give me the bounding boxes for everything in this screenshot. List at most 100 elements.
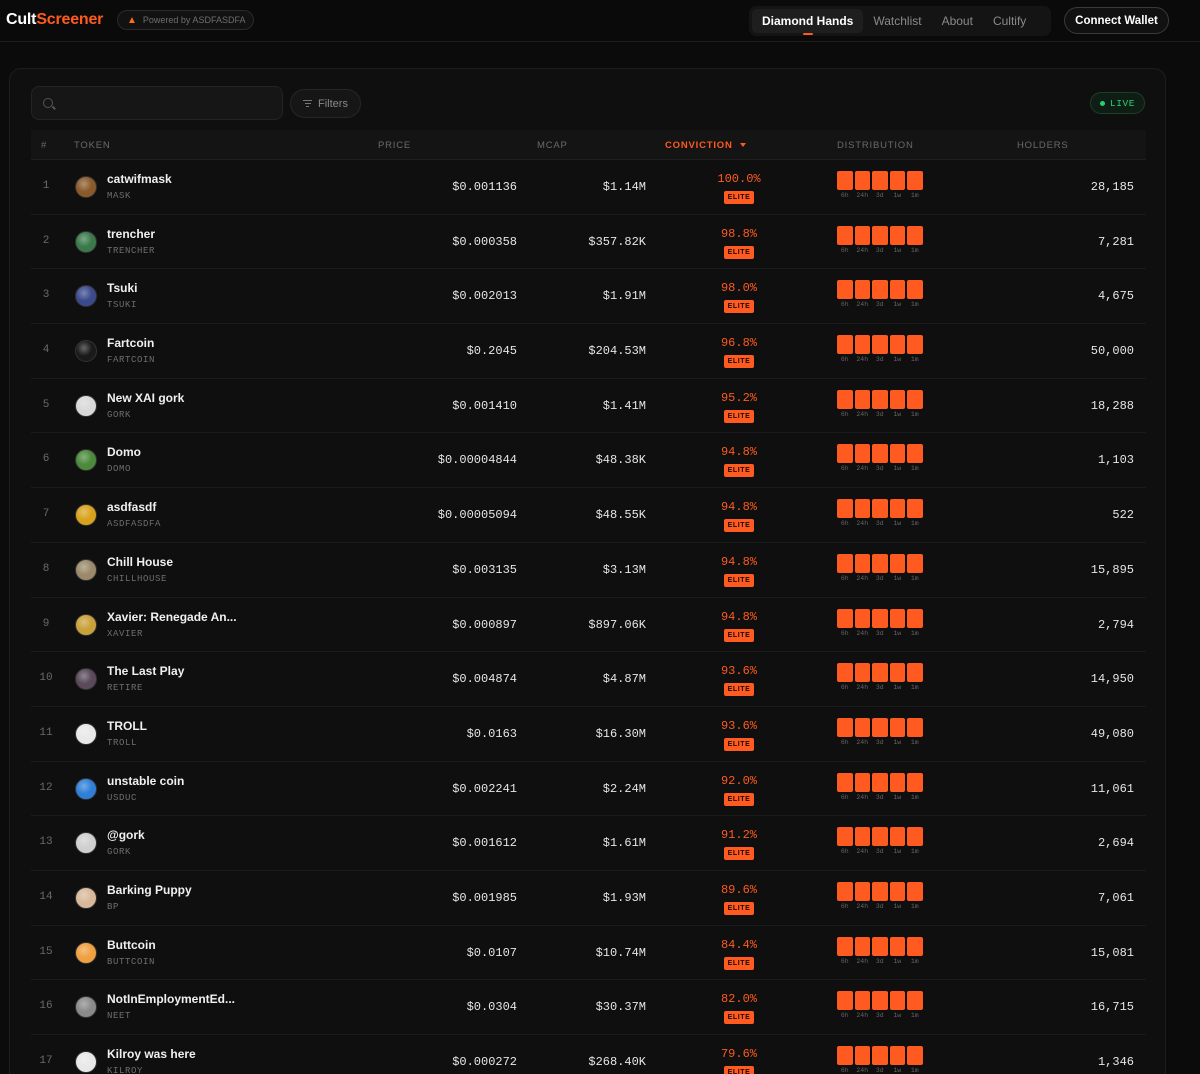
connect-wallet-button[interactable]: Connect Wallet — [1064, 7, 1169, 34]
table-row[interactable]: 3 Tsuki TSUKI $0.002013 $1.91M 98.0% ELI… — [31, 269, 1146, 325]
table-row[interactable]: 11 TROLL TROLL $0.0163 $16.30M 93.6% ELI… — [31, 707, 1146, 762]
token-name[interactable]: Barking Puppy — [107, 883, 192, 897]
conviction-cell: 91.2% ELITE — [714, 828, 764, 861]
col-header-price[interactable]: PRICE — [378, 140, 411, 151]
distribution-bars — [837, 389, 927, 409]
table-row[interactable]: 7 asdfasdf ASDFASDFA $0.00005094 $48.55K… — [31, 488, 1146, 543]
mcap-cell: $1.91M — [602, 289, 646, 304]
table-row[interactable]: 15 Buttcoin BUTTCOIN $0.0107 $10.74M 84.… — [31, 926, 1146, 981]
table-row[interactable]: 6 Domo DOMO $0.00004844 $48.38K 94.8% EL… — [31, 433, 1146, 489]
token-name[interactable]: asdfasdf — [107, 500, 156, 514]
distribution-period-label: 1w — [893, 848, 902, 856]
distribution-bar — [837, 608, 853, 628]
table-row[interactable]: 16 NotInEmploymentEd... NEET $0.0304 $30… — [31, 980, 1146, 1035]
distribution-period-label: 3d — [875, 793, 884, 801]
token-name[interactable]: Fartcoin — [107, 336, 154, 350]
token-name[interactable]: unstable coin — [107, 774, 184, 788]
conviction-cell: 94.8% ELITE — [714, 610, 764, 642]
tier-badge: ELITE — [723, 191, 755, 204]
table-row[interactable]: 9 Xavier: Renegade An... XAVIER $0.00089… — [31, 598, 1146, 653]
token-symbol: TROLL — [107, 737, 138, 748]
token-name[interactable]: NotInEmploymentEd... — [107, 992, 235, 1006]
col-header-distribution[interactable]: DISTRIBUTION — [837, 140, 914, 151]
tab-diamond-hands[interactable]: Diamond Hands — [752, 9, 864, 35]
distribution-period-label: 3d — [875, 957, 884, 965]
token-name[interactable]: Buttcoin — [107, 938, 156, 952]
distribution-labels: 6h 24h 3d 1w 1m — [837, 301, 927, 308]
app-logo[interactable]: CultScreener — [6, 11, 103, 29]
distribution-period-label: 1m — [910, 957, 919, 965]
distribution-period-label: 3d — [875, 684, 884, 692]
table-row[interactable]: 1 catwifmask MASK $0.001136 $1.14M 100.0… — [31, 160, 1146, 215]
token-name[interactable]: Xavier: Renegade An... — [107, 610, 237, 624]
table-row[interactable]: 14 Barking Puppy BP $0.001985 $1.93M 89.… — [31, 871, 1146, 926]
distribution-bar — [889, 389, 905, 409]
distribution-bar — [907, 171, 923, 190]
distribution-bar — [837, 499, 853, 519]
token-avatar — [75, 777, 97, 800]
distribution-period-label: 1w — [893, 410, 902, 418]
distribution-cell: 6h 24h 3d 1w 1m — [837, 608, 927, 637]
col-header-token[interactable]: TOKEN — [74, 140, 111, 151]
token-avatar — [75, 886, 97, 909]
distribution-bar — [837, 827, 853, 847]
token-symbol: GORK — [107, 409, 132, 420]
powered-by-badge[interactable]: ▲ Powered by ASDFASDFA — [117, 10, 254, 30]
distribution-period-label: 24h — [856, 465, 869, 473]
distribution-labels: 6h 24h 3d 1w 1m — [837, 520, 927, 527]
table-row[interactable]: 10 The Last Play RETIRE $0.004874 $4.87M… — [31, 652, 1146, 707]
price-cell: $0.002013 — [452, 289, 517, 304]
token-name[interactable]: TROLL — [107, 719, 147, 733]
distribution-bar — [854, 663, 870, 683]
mcap-cell: $1.93M — [602, 890, 646, 905]
token-avatar — [75, 340, 97, 363]
search-icon — [43, 98, 53, 108]
filters-button[interactable]: Filters — [290, 89, 361, 118]
search-input[interactable] — [60, 87, 275, 119]
token-name[interactable]: Domo — [107, 445, 141, 459]
tab-watchlist[interactable]: Watchlist — [863, 9, 931, 33]
distribution-period-label: 1m — [910, 1067, 919, 1074]
table-row[interactable]: 5 New XAI gork GORK $0.001410 $1.41M 95.… — [31, 379, 1146, 434]
table-row[interactable]: 2 trencher TRENCHER $0.000358 $357.82K 9… — [31, 215, 1146, 270]
distribution-bar — [907, 608, 923, 628]
tier-badge: ELITE — [723, 464, 755, 478]
distribution-bar — [854, 936, 870, 956]
col-header-mcap[interactable]: MCAP — [537, 140, 568, 151]
screener-panel: Filters LIVE # TOKEN PRICE MCAP CONVICTI… — [9, 68, 1166, 1074]
table-row[interactable]: 13 @gork GORK $0.001612 $1.61M 91.2% ELI… — [31, 816, 1146, 871]
tab-cultify[interactable]: Cultify — [983, 9, 1036, 33]
holders-cell: 2,794 — [1097, 617, 1134, 632]
token-name[interactable]: @gork — [107, 828, 145, 842]
token-name[interactable]: Chill House — [107, 555, 173, 569]
conviction-value: 95.2% — [720, 390, 757, 405]
tab-about[interactable]: About — [932, 9, 983, 33]
distribution-bar — [907, 389, 923, 409]
price-cell: $0.004874 — [452, 672, 517, 687]
table-row[interactable]: 12 unstable coin USDUC $0.002241 $2.24M … — [31, 762, 1146, 817]
table-row[interactable]: 17 Kilroy was here KILROY $0.000272 $268… — [31, 1035, 1146, 1074]
conviction-value: 94.8% — [720, 609, 757, 624]
distribution-bar — [872, 553, 888, 573]
col-header-rank[interactable]: # — [41, 140, 47, 151]
token-name[interactable]: Tsuki — [107, 281, 137, 295]
table-row[interactable]: 8 Chill House CHILLHOUSE $0.003135 $3.13… — [31, 543, 1146, 598]
logo-text-cult: Cult — [6, 11, 37, 28]
token-name[interactable]: New XAI gork — [107, 391, 184, 405]
distribution-cell: 6h 24h 3d 1w 1m — [837, 717, 927, 746]
mcap-cell: $48.38K — [595, 453, 646, 468]
col-header-holders[interactable]: HOLDERS — [1017, 140, 1069, 151]
token-avatar — [75, 230, 97, 253]
token-name[interactable]: The Last Play — [107, 664, 184, 678]
table-row[interactable]: 4 Fartcoin FARTCOIN $0.2045 $204.53M 96.… — [31, 324, 1146, 379]
token-name[interactable]: trencher — [107, 227, 155, 241]
price-cell: $0.00004844 — [437, 453, 517, 468]
token-avatar — [75, 722, 97, 745]
token-name[interactable]: Kilroy was here — [107, 1047, 196, 1061]
token-symbol: MASK — [107, 191, 132, 201]
distribution-period-label: 24h — [856, 1012, 869, 1020]
col-header-conviction[interactable]: CONVICTION — [665, 140, 746, 151]
search-box[interactable] — [31, 86, 283, 120]
token-name[interactable]: catwifmask — [107, 172, 172, 186]
distribution-period-label: 24h — [856, 301, 869, 309]
